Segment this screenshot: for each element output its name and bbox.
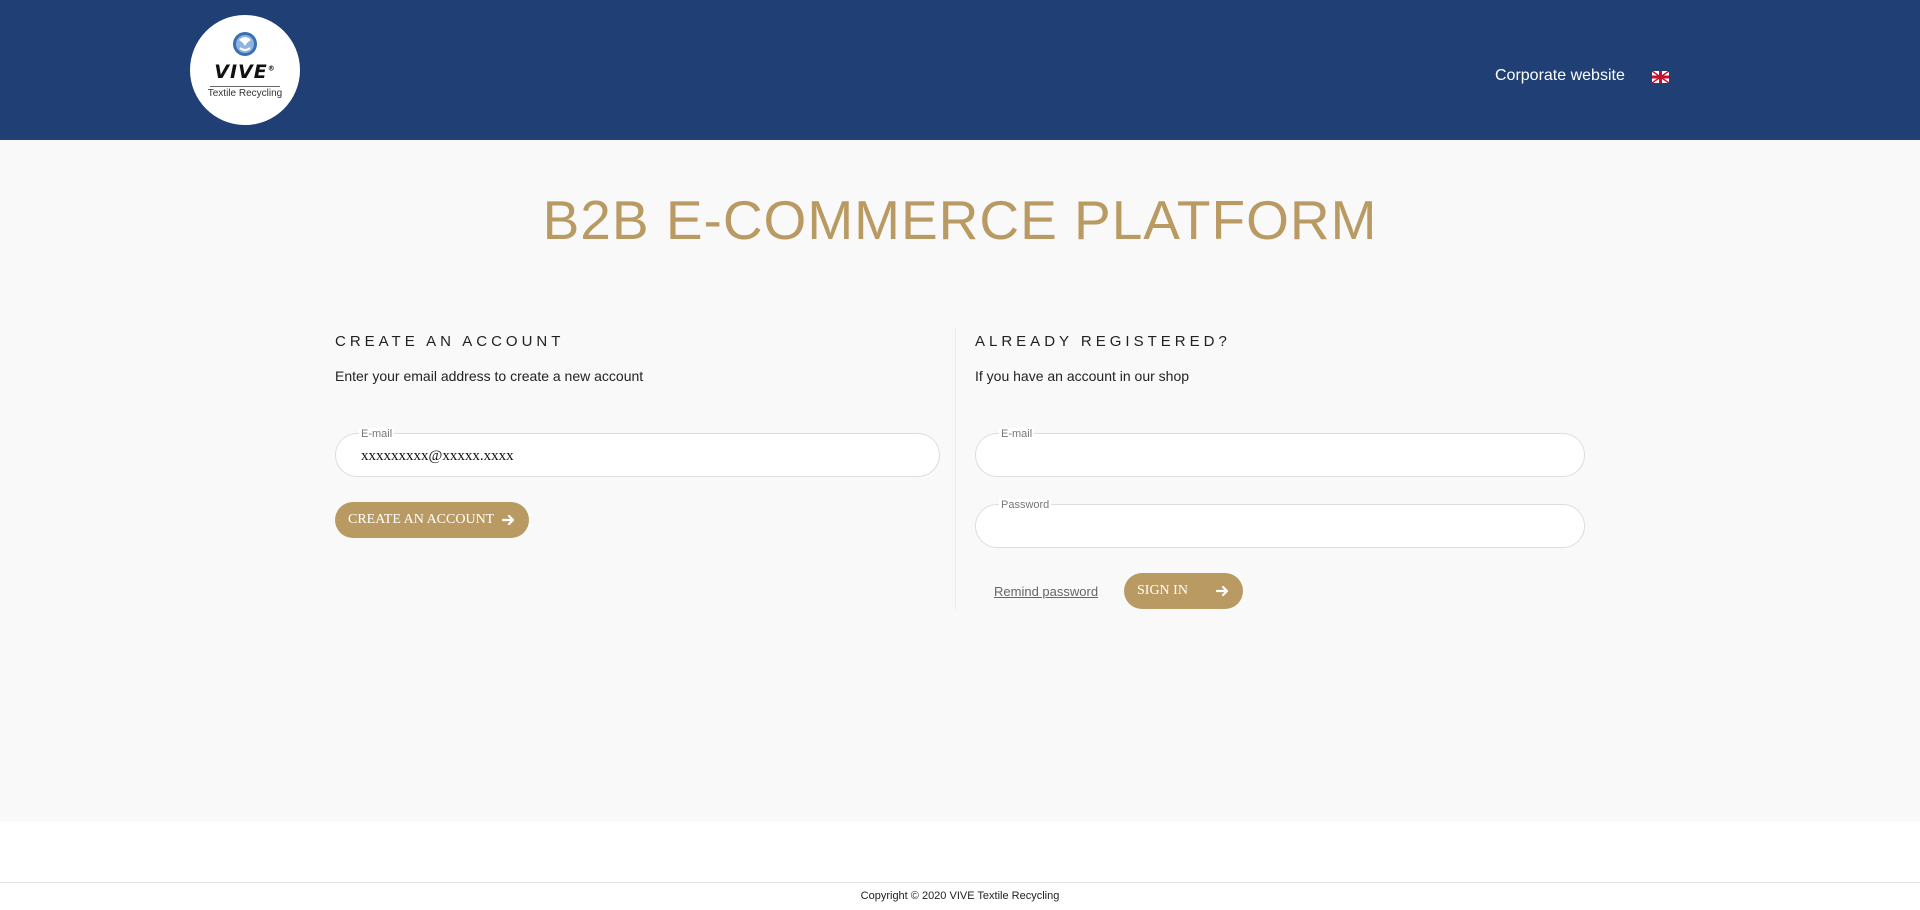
- sign-in-description: If you have an account in our shop: [975, 368, 1190, 384]
- create-account-button[interactable]: CREATE AN ACCOUNT: [335, 502, 529, 538]
- password-field[interactable]: Password: [975, 499, 1585, 548]
- email-label: E-mail: [359, 428, 395, 440]
- sign-in-heading: ALREADY REGISTERED?: [975, 333, 1231, 350]
- uk-flag-icon[interactable]: [1652, 71, 1669, 83]
- logo-tagline: Textile Recycling: [207, 88, 283, 99]
- sign-in-button-label: SIGN IN: [1137, 583, 1188, 598]
- create-account-button-label: CREATE AN ACCOUNT: [348, 512, 495, 527]
- password-input[interactable]: [1001, 516, 1559, 538]
- sign-in-email-input[interactable]: [1001, 445, 1559, 467]
- main-content: B2B E-COMMERCE PLATFORM CREATE AN ACCOUN…: [0, 140, 1920, 822]
- column-divider: [955, 328, 956, 610]
- arrow-right-icon: [1216, 585, 1229, 597]
- site-footer: Copyright © 2020 VIVE Textile Recycling: [0, 882, 1920, 910]
- corporate-website-link[interactable]: Corporate website: [1495, 67, 1625, 85]
- password-label: Password: [999, 499, 1052, 511]
- logo-divider: [210, 86, 280, 87]
- vive-logo[interactable]: VIVE® Textile Recycling: [190, 15, 300, 125]
- copyright-text: Copyright © 2020 VIVE Textile Recycling: [860, 890, 1060, 902]
- create-account-description: Enter your email address to create a new…: [335, 368, 644, 384]
- create-account-email-input[interactable]: [361, 445, 914, 467]
- sign-in-email-field[interactable]: E-mail: [975, 428, 1585, 477]
- page-title: B2B E-COMMERCE PLATFORM: [542, 189, 1378, 251]
- sign-in-button[interactable]: SIGN IN: [1124, 573, 1243, 609]
- create-account-email-field[interactable]: E-mail: [335, 428, 940, 477]
- create-account-heading: CREATE AN ACCOUNT: [335, 333, 565, 350]
- remind-password-link[interactable]: Remind password: [994, 584, 1098, 599]
- arrow-right-icon: [502, 514, 515, 526]
- logo-wordmark: VIVE®: [214, 61, 276, 83]
- site-header: VIVE® Textile Recycling Corporate websit…: [0, 0, 1920, 140]
- email-label: E-mail: [999, 428, 1035, 440]
